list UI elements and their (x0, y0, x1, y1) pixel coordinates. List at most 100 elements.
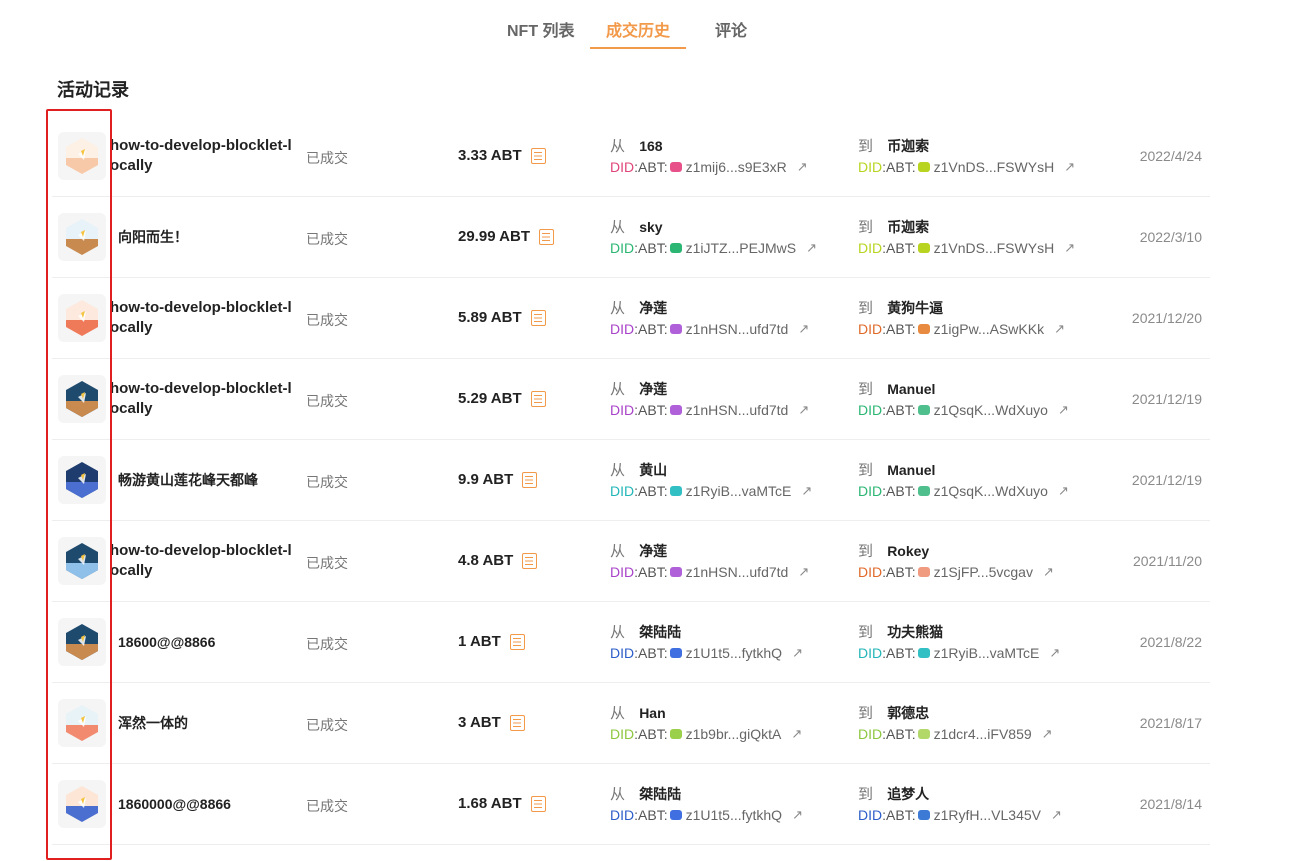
nft-thumbnail[interactable] (58, 375, 106, 423)
nft-name[interactable]: 浑然一体的 (110, 713, 300, 735)
from-address[interactable]: z1mij6...s9E3xR (686, 157, 787, 177)
external-link-icon[interactable]: ↗ (791, 724, 802, 744)
external-link-icon[interactable]: ↗ (801, 481, 812, 501)
external-link-icon[interactable]: ↗ (792, 643, 803, 663)
abt-prefix: :ABT: (634, 807, 668, 823)
nft-thumbnail[interactable] (58, 456, 106, 504)
external-link-icon[interactable]: ↗ (1064, 157, 1075, 177)
from-name: Han (639, 705, 666, 721)
nft-thumbnail[interactable] (58, 699, 106, 747)
from-party: 从 sky DID :ABT: z1iJTZ...PEJMwS ↗ (610, 217, 817, 258)
external-link-icon[interactable]: ↗ (1064, 238, 1075, 258)
nft-hexagon-art-icon (66, 705, 98, 741)
to-label: 到 (858, 786, 874, 803)
nft-hexagon-art-icon (66, 300, 98, 336)
abt-prefix: :ABT: (882, 402, 916, 418)
from-name: 黄山 (639, 462, 668, 478)
price-value: 5.29 ABT (458, 390, 522, 407)
external-link-icon[interactable]: ↗ (806, 238, 817, 258)
nft-name[interactable]: 1860000@@8866 (110, 794, 300, 816)
from-party: 从 桀陆陆 DID :ABT: z1U1t5...fytkhQ ↗ (610, 784, 803, 825)
external-link-icon[interactable]: ↗ (1051, 805, 1062, 825)
nft-name[interactable]: how-to-develop-blocklet-locally (110, 298, 300, 340)
trade-price: 4.8 ABT (458, 552, 538, 569)
from-address[interactable]: z1iJTZ...PEJMwS (686, 238, 796, 258)
external-link-icon[interactable]: ↗ (792, 805, 803, 825)
to-label: 到 (858, 138, 874, 155)
to-address[interactable]: z1igPw...ASwKKk (934, 319, 1045, 339)
activity-row: how-to-develop-blocklet-locally 已成交 3.33… (52, 116, 1210, 197)
abt-prefix: :ABT: (882, 807, 916, 823)
external-link-icon[interactable]: ↗ (1043, 562, 1054, 582)
receipt-doc-icon[interactable] (509, 714, 525, 731)
did-avatar-icon (917, 243, 930, 253)
nft-name[interactable]: 18600@@8866 (110, 632, 300, 654)
external-link-icon[interactable]: ↗ (1058, 481, 1069, 501)
to-name: Manuel (887, 462, 936, 478)
abt-prefix: :ABT: (882, 645, 916, 661)
from-address[interactable]: z1nHSN...ufd7td (686, 319, 789, 339)
did-prefix: DID (858, 240, 883, 256)
from-address[interactable]: z1RyiB...vaMTcE (686, 481, 792, 501)
to-address[interactable]: z1VnDS...FSWYsH (934, 157, 1055, 177)
receipt-doc-icon[interactable] (530, 795, 546, 812)
to-address[interactable]: z1RyiB...vaMTcE (934, 643, 1040, 663)
from-name: 净莲 (639, 300, 668, 316)
external-link-icon[interactable]: ↗ (797, 157, 808, 177)
abt-prefix: :ABT: (634, 645, 668, 661)
nft-name[interactable]: 向阳而生！ (110, 227, 300, 249)
to-address[interactable]: z1dcr4...iFV859 (934, 724, 1032, 744)
abt-prefix: :ABT: (882, 159, 916, 175)
did-prefix: DID (610, 564, 635, 580)
nft-thumbnail[interactable] (58, 294, 106, 342)
from-label: 从 (610, 705, 626, 722)
to-name: 追梦人 (887, 786, 930, 802)
receipt-doc-icon[interactable] (530, 147, 546, 164)
receipt-doc-icon[interactable] (530, 309, 546, 326)
receipt-doc-icon[interactable] (522, 471, 538, 488)
from-address[interactable]: z1b9br...giQktA (686, 724, 782, 744)
nft-thumbnail[interactable] (58, 618, 106, 666)
external-link-icon[interactable]: ↗ (1042, 724, 1053, 744)
nft-thumbnail[interactable] (58, 537, 106, 585)
nft-hexagon-art-icon (66, 624, 98, 660)
receipt-doc-icon[interactable] (530, 390, 546, 407)
from-address[interactable]: z1nHSN...ufd7td (686, 562, 789, 582)
nft-name[interactable]: 畅游黄山莲花峰天都峰 (110, 470, 300, 492)
to-address[interactable]: z1RyfH...VL345V (934, 805, 1041, 825)
receipt-doc-icon[interactable] (538, 228, 554, 245)
receipt-doc-icon[interactable] (509, 633, 525, 650)
abt-prefix: :ABT: (882, 240, 916, 256)
did-avatar-icon (917, 648, 930, 658)
from-address[interactable]: z1U1t5...fytkhQ (686, 643, 782, 663)
external-link-icon[interactable]: ↗ (798, 400, 809, 420)
nft-thumbnail[interactable] (58, 213, 106, 261)
to-party: 到 Manuel DID :ABT: z1QsqK...WdXuyo ↗ (858, 460, 1069, 501)
external-link-icon[interactable]: ↗ (798, 319, 809, 339)
to-address[interactable]: z1QsqK...WdXuyo (934, 400, 1048, 420)
to-address[interactable]: z1VnDS...FSWYsH (934, 238, 1055, 258)
activity-row: 向阳而生！ 已成交 29.99 ABT 从 sky DID :ABT: z1iJ… (52, 197, 1210, 278)
from-address[interactable]: z1nHSN...ufd7td (686, 400, 789, 420)
trade-date: 2021/11/20 (1132, 553, 1202, 569)
tab-trade-history[interactable]: 成交历史 (606, 17, 670, 41)
tab-comments[interactable]: 评论 (715, 17, 747, 41)
nft-thumbnail[interactable] (58, 132, 106, 180)
trade-status: 已成交 (306, 312, 348, 328)
external-link-icon[interactable]: ↗ (1049, 643, 1060, 663)
external-link-icon[interactable]: ↗ (1058, 400, 1069, 420)
from-address[interactable]: z1U1t5...fytkhQ (686, 805, 782, 825)
nft-name[interactable]: how-to-develop-blocklet-locally (110, 379, 300, 421)
to-party: 到 黄狗牛逼 DID :ABT: z1igPw...ASwKKk ↗ (858, 298, 1065, 339)
nft-name[interactable]: how-to-develop-blocklet-locally (110, 541, 300, 583)
nft-name[interactable]: how-to-develop-blocklet-locally (110, 136, 300, 178)
to-address[interactable]: z1QsqK...WdXuyo (934, 481, 1048, 501)
external-link-icon[interactable]: ↗ (798, 562, 809, 582)
from-label: 从 (610, 786, 626, 803)
tab-nft-list[interactable]: NFT 列表 (507, 17, 575, 41)
nft-thumbnail[interactable] (58, 780, 106, 828)
receipt-doc-icon[interactable] (522, 552, 538, 569)
to-address[interactable]: z1SjFP...5vcgav (934, 562, 1033, 582)
external-link-icon[interactable]: ↗ (1054, 319, 1065, 339)
activity-list: how-to-develop-blocklet-locally 已成交 3.33… (52, 116, 1210, 845)
